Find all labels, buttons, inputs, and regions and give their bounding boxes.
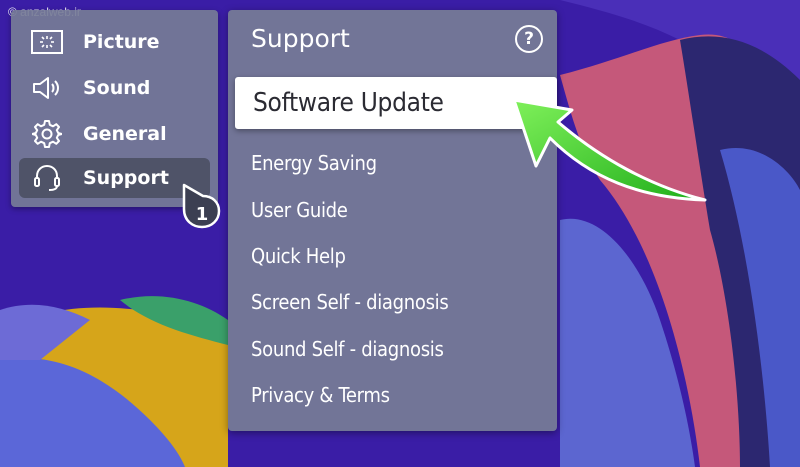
menu-item-screen-self-diagnosis[interactable]: Screen Self - diagnosis (251, 290, 449, 314)
headset-icon (31, 162, 63, 194)
submenu-title: Support (251, 24, 350, 53)
category-label: General (83, 123, 167, 145)
support-submenu-panel: Support ? Software Update Energy Saving … (228, 10, 557, 431)
menu-item-quick-help[interactable]: Quick Help (251, 244, 346, 268)
category-label: Support (83, 167, 169, 189)
green-arrow-annotation (512, 98, 707, 202)
category-item-general[interactable]: General (19, 114, 210, 154)
menu-item-sound-self-diagnosis[interactable]: Sound Self - diagnosis (251, 337, 444, 361)
menu-item-energy-saving[interactable]: Energy Saving (251, 151, 377, 175)
speaker-icon (31, 72, 63, 104)
step-badge: 1 (182, 183, 221, 229)
step-number: 1 (196, 204, 209, 225)
category-label: Sound (83, 77, 151, 99)
gear-icon (31, 118, 63, 150)
category-item-sound[interactable]: Sound (19, 68, 210, 108)
category-item-picture[interactable]: Picture (19, 22, 210, 62)
help-icon[interactable]: ? (515, 25, 543, 53)
settings-category-panel: Picture Sound General Support (11, 10, 218, 207)
picture-icon (31, 26, 63, 58)
menu-item-privacy-terms[interactable]: Privacy & Terms (251, 383, 390, 407)
category-label: Picture (83, 31, 160, 53)
menu-item-user-guide[interactable]: User Guide (251, 198, 348, 222)
